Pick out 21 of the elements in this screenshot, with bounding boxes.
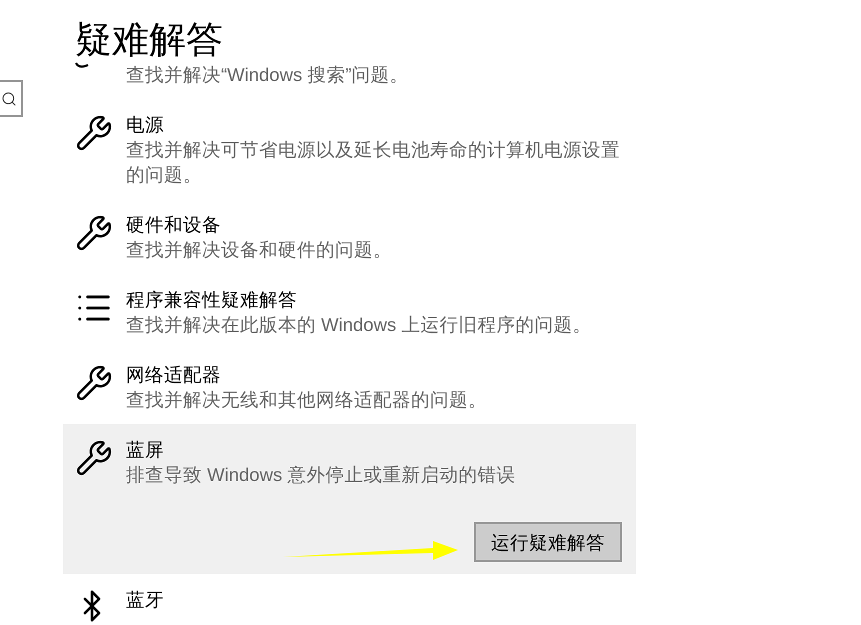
troubleshooter-title: 电源 <box>126 113 165 137</box>
troubleshooter-title: 网络适配器 <box>126 363 222 387</box>
troubleshooter-title: 硬件和设备 <box>126 213 222 237</box>
troubleshooter-description: 查找并解决“Windows 搜索”问题。 <box>126 63 410 87</box>
wrench-icon <box>75 439 113 477</box>
troubleshooter-description: 查找并解决可节省电源以及延长电池寿命的计算机电源设置的问题。 <box>126 138 621 187</box>
wrench-icon <box>75 214 113 252</box>
search-icon <box>1 90 17 106</box>
page-title: 疑难解答 <box>75 18 224 62</box>
troubleshooter-description: 查找并解决设备和硬件的问题。 <box>126 238 393 262</box>
run-troubleshooter-button[interactable]: 运行疑难解答 <box>474 522 622 562</box>
troubleshooter-panel[interactable]: 蓝屏 排查导致 Windows 意外停止或重新启动的错误 运行疑难解答 <box>63 424 636 574</box>
troubleshooter-title: 蓝屏 <box>126 438 165 462</box>
troubleshooter-title: 程序兼容性疑难解答 <box>126 288 298 312</box>
wrench-tip-icon <box>75 62 89 70</box>
wrench-icon <box>75 114 113 152</box>
troubleshooter-title: 蓝牙 <box>126 588 165 612</box>
troubleshooter-description: 查找并解决在此版本的 Windows 上运行旧程序的问题。 <box>126 313 592 337</box>
troubleshooter-description: 查找并解决无线和其他网络适配器的问题。 <box>126 388 488 412</box>
troubleshooter-description: 排查导致 Windows 意外停止或重新启动的错误 <box>126 463 516 487</box>
wrench-icon <box>75 364 113 402</box>
